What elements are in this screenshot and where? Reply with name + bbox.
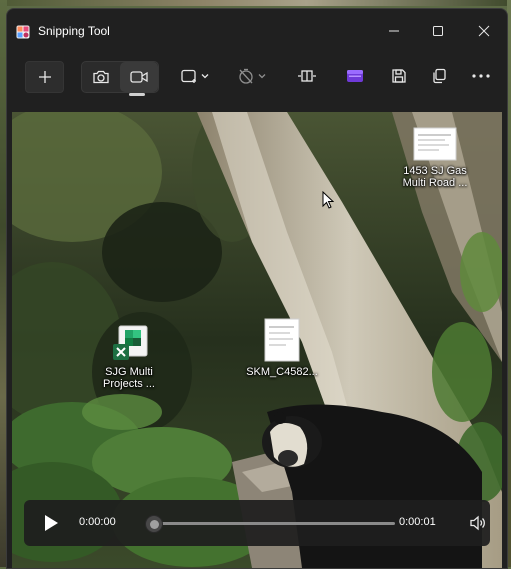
document-thumbnail-icon	[264, 318, 300, 362]
desktop-icon-label: SJG Multi	[105, 366, 153, 378]
delay-dropdown[interactable]	[232, 61, 272, 91]
window-title: Snipping Tool	[38, 24, 110, 38]
chevron-down-icon	[258, 74, 266, 79]
trim-button[interactable]	[291, 61, 323, 91]
maximize-icon	[433, 26, 443, 36]
clipchamp-button[interactable]	[339, 61, 371, 91]
document-thumbnail-icon	[413, 127, 457, 161]
close-icon	[478, 25, 490, 37]
desktop-icon-label: 1453 SJ Gas	[403, 165, 467, 177]
desktop-background-top	[0, 0, 511, 6]
save-button[interactable]	[383, 61, 415, 91]
capture-mode-toggle	[81, 61, 159, 93]
seek-thumb[interactable]	[145, 515, 163, 533]
save-icon	[392, 69, 406, 83]
desktop-icon-document-2[interactable]: SKM_C4582...	[243, 318, 321, 378]
volume-icon	[470, 515, 485, 531]
copy-button[interactable]	[423, 61, 455, 91]
minimize-button[interactable]	[371, 9, 417, 53]
plus-icon	[38, 71, 51, 83]
video-camera-icon	[130, 71, 148, 83]
video-mode-button[interactable]	[120, 62, 158, 92]
desktop-icon-document-1[interactable]: 1453 SJ Gas Multi Road ...	[396, 127, 474, 189]
desktop-icon-label: Projects ...	[103, 378, 155, 390]
play-icon	[45, 515, 58, 531]
video-preview: 1453 SJ Gas Multi Road ... SJG Multi Pro…	[12, 112, 502, 568]
new-snip-button[interactable]	[25, 61, 64, 93]
minimize-icon	[389, 30, 399, 32]
total-time: 0:00:01	[399, 516, 436, 528]
close-button[interactable]	[461, 9, 507, 53]
current-time: 0:00:00	[79, 516, 116, 528]
timer-off-icon	[239, 68, 253, 84]
desktop-icon-label: Multi Road ...	[402, 177, 468, 189]
copy-icon	[433, 68, 446, 84]
snipping-tool-app-icon	[16, 24, 30, 39]
clipchamp-icon	[347, 70, 363, 82]
video-player-controls: 0:00:00 0:00:01	[24, 500, 490, 546]
desktop-icon-excel[interactable]: SJG Multi Projects ...	[90, 324, 168, 390]
selected-mode-indicator	[129, 93, 145, 96]
desktop-icon-label: SKM_C4582...	[246, 366, 318, 378]
more-options-button[interactable]	[465, 61, 497, 91]
seek-thumb-center	[149, 519, 159, 529]
screenshot-mode-button[interactable]	[82, 62, 120, 92]
toolbar	[7, 55, 507, 97]
camera-icon	[93, 70, 109, 84]
title-bar: Snipping Tool	[7, 9, 507, 53]
seek-bar[interactable]	[147, 522, 395, 525]
volume-button[interactable]	[469, 515, 487, 531]
trim-icon	[298, 70, 316, 82]
mouse-pointer-icon	[322, 190, 335, 213]
chevron-down-icon	[201, 74, 209, 79]
snip-shape-dropdown[interactable]	[175, 61, 215, 91]
maximize-button[interactable]	[415, 9, 461, 53]
play-button[interactable]	[42, 513, 60, 533]
excel-file-icon	[113, 325, 148, 360]
more-icon	[472, 74, 490, 78]
rectangle-snip-icon	[181, 69, 196, 83]
snipping-tool-window: Snipping Tool 1453 SJ Gas Multi Road ...…	[6, 8, 508, 569]
